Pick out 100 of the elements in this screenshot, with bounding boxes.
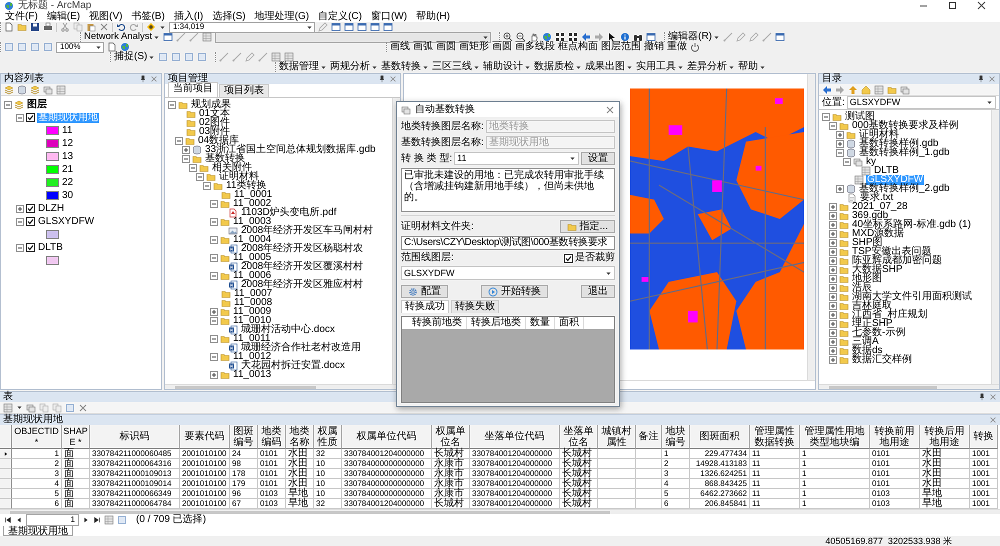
collapse-icon[interactable] xyxy=(16,114,24,122)
expand-icon[interactable] xyxy=(829,310,837,318)
tree-item[interactable]: DLTB xyxy=(873,166,900,176)
print-icon[interactable] xyxy=(43,22,53,32)
tree-item[interactable]: 11_0001 xyxy=(233,190,274,200)
tree-item[interactable]: 11_0004 xyxy=(232,234,272,244)
expand-icon[interactable] xyxy=(836,130,844,138)
tree-item[interactable]: 大数据SHP xyxy=(851,264,904,274)
window-icon[interactable] xyxy=(331,22,341,32)
plugin-menu[interactable]: 三区三线 xyxy=(432,62,480,72)
tree-item[interactable]: 11_0003 xyxy=(232,216,272,226)
dialog-button[interactable]: 退出 xyxy=(581,285,615,298)
column-header[interactable]: 地类名称 xyxy=(286,425,314,449)
expand-icon[interactable] xyxy=(210,308,218,316)
tree-item[interactable]: 江西省_村庄规划 xyxy=(851,310,929,320)
tree-item[interactable]: 40坐标系路网-标准.gdb (1) xyxy=(851,220,972,230)
expand-icon[interactable] xyxy=(829,346,837,354)
tree-item[interactable]: 2008年经济开发区车马闸村村 xyxy=(240,226,374,236)
tree-item[interactable]: 2021_07_28 xyxy=(851,202,909,212)
scrollbar-thumb[interactable] xyxy=(175,386,316,389)
menu-item[interactable]: 地理处理(G) xyxy=(254,12,310,22)
plugin-menu[interactable]: 帮助 xyxy=(738,62,766,72)
collapse-icon[interactable] xyxy=(203,182,211,190)
paste-icon[interactable] xyxy=(86,22,96,32)
forward-icon[interactable] xyxy=(594,32,604,42)
draw-tool[interactable]: 画矩形 xyxy=(459,42,489,52)
draw-tool[interactable]: 图层范围 xyxy=(601,42,641,52)
expand-icon[interactable] xyxy=(836,184,844,192)
column-header[interactable]: OBJECTID * xyxy=(12,425,62,449)
tree-item[interactable]: 03附件 xyxy=(198,126,232,136)
checkbox[interactable] xyxy=(26,113,35,122)
window-icon[interactable] xyxy=(383,22,393,32)
expand-icon[interactable] xyxy=(829,212,837,220)
column-header[interactable]: 地块编号 xyxy=(662,425,690,449)
tree-item[interactable]: 11类转换 xyxy=(225,180,268,190)
tree-item[interactable]: 大花园村拆迁安置.docx xyxy=(240,360,346,370)
collapse-icon[interactable] xyxy=(16,244,24,252)
tree-item[interactable]: 2008年经济开发区雅应村村 xyxy=(240,280,364,290)
tree-item[interactable]: 基数转换样例_1.gdb xyxy=(858,148,951,158)
tree-item[interactable]: 图层 xyxy=(26,100,48,110)
tree-item[interactable]: 要求.txt xyxy=(859,192,894,202)
database-icon[interactable] xyxy=(17,84,27,94)
tree-item[interactable]: TSP安徽出表问题 xyxy=(851,246,932,256)
dropdown-field[interactable] xyxy=(215,32,492,42)
location-combo[interactable]: GLSXYDFW xyxy=(846,96,996,109)
stacked-sheets-icon[interactable] xyxy=(43,84,53,94)
column-header[interactable]: 转换前地类 xyxy=(408,317,467,329)
network-analyst-menu[interactable]: Network Analyst xyxy=(84,32,160,42)
caret-icon[interactable] xyxy=(16,404,23,411)
column-header[interactable]: 转换后地类 xyxy=(467,317,526,329)
column-header[interactable]: 权属单位名 xyxy=(432,425,470,449)
draw-tool[interactable]: 框点构面 xyxy=(558,42,598,52)
draw-tool[interactable]: 画弧 xyxy=(413,42,433,52)
tree-item[interactable]: 数据汇交样例 xyxy=(851,354,913,364)
collapse-icon[interactable] xyxy=(168,100,176,108)
menu-item[interactable]: 视图(V) xyxy=(89,12,122,22)
collapse-icon[interactable] xyxy=(843,158,851,166)
menu-item[interactable]: 插入(I) xyxy=(174,12,204,22)
scrollbar-thumb[interactable] xyxy=(10,511,610,514)
column-header[interactable]: 图斑面积 xyxy=(690,425,750,449)
expand-icon[interactable] xyxy=(829,266,837,274)
tree-item[interactable]: 11_0010 xyxy=(232,316,272,326)
column-header[interactable]: 坐落单位代码 xyxy=(470,425,560,449)
tree-item[interactable]: 陈亚辉成都加密问题 xyxy=(851,256,943,266)
column-header[interactable]: 地类编码 xyxy=(258,425,286,449)
expand-icon[interactable] xyxy=(829,248,837,256)
settings-button[interactable]: 设置 xyxy=(581,152,615,165)
expand-icon[interactable] xyxy=(829,284,837,292)
last-record-icon[interactable] xyxy=(93,516,101,524)
tree-item[interactable]: 04数据库 xyxy=(197,136,240,146)
list-by-drawing-order-icon[interactable] xyxy=(4,84,14,94)
pointer-icon[interactable] xyxy=(607,32,618,42)
expand-icon[interactable] xyxy=(836,140,844,148)
column-header[interactable]: 转换后用地用途 xyxy=(920,425,970,449)
tree-item[interactable]: 11_0009 xyxy=(232,306,272,316)
expand-icon[interactable] xyxy=(829,356,837,364)
tree-item[interactable]: 11_0011 xyxy=(232,334,272,344)
grid-icon[interactable] xyxy=(568,32,578,42)
collapse-icon[interactable] xyxy=(16,218,24,226)
description-field[interactable]: 已审批未建设的用地：已完成农转用审批手续（含增减挂钩建新用地手续），但尚未供地的。 xyxy=(401,168,615,212)
collapse-icon[interactable] xyxy=(210,272,218,280)
tree-item[interactable]: 城珊经济合作社老村改造用 xyxy=(240,342,362,352)
plugin-menu[interactable]: 数据管理 xyxy=(279,62,327,72)
layer-select[interactable]: GLSXYDFW xyxy=(401,266,615,280)
scrollbar-thumb[interactable] xyxy=(829,386,937,389)
window-icon[interactable] xyxy=(646,32,656,42)
tab[interactable]: 转换失败 xyxy=(451,300,499,313)
tree-item[interactable]: 33浙江省国土空间总体规划数据库.gdb xyxy=(204,144,377,154)
tree-item[interactable]: 数据ds xyxy=(851,346,884,356)
tab[interactable]: 项目列表 xyxy=(219,84,269,97)
power-icon[interactable] xyxy=(690,42,700,52)
checkbox[interactable] xyxy=(564,254,573,262)
back-icon[interactable] xyxy=(581,32,592,42)
collapse-icon[interactable] xyxy=(210,200,218,208)
menu-item[interactable]: 书签(B) xyxy=(131,12,165,22)
tree-item[interactable]: 11_0013 xyxy=(232,370,272,380)
collapse-icon[interactable] xyxy=(182,154,190,162)
binoculars-icon[interactable] xyxy=(633,32,644,42)
plugin-menu[interactable]: 差异分析 xyxy=(687,62,735,72)
plugin-menu[interactable]: 成果出图 xyxy=(585,62,633,72)
